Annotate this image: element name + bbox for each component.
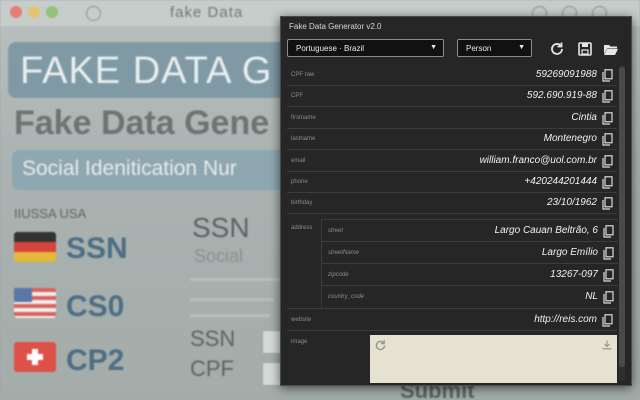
background-divider [190, 278, 280, 281]
address-fields: street Largo Cauan Beltrão, 6 streetName… [321, 219, 618, 308]
reload-circle-icon[interactable] [86, 6, 101, 21]
copy-icon[interactable] [602, 90, 613, 103]
copy-icon[interactable] [602, 155, 613, 168]
flag-label-cs0[interactable]: CS0 [66, 290, 124, 324]
copy-icon[interactable] [602, 197, 613, 210]
field-value: Cintia [571, 112, 597, 123]
website-row: website http://reis.com [287, 310, 617, 331]
address-row: country_code NL [322, 286, 618, 308]
field-label: CPF [291, 93, 303, 99]
background-divider [190, 314, 270, 317]
swiss-cross-bar [27, 354, 43, 360]
website-label: website [291, 317, 312, 323]
copy-icon[interactable] [602, 69, 613, 82]
image-row: image [287, 331, 617, 385]
locale-select-value: Portuguese · Brazil [296, 44, 365, 53]
image-preview[interactable] [370, 335, 617, 383]
popup-title: Fake Data Generator v2.0 [289, 22, 382, 31]
us-flag-canton [14, 288, 32, 302]
field-value: 23/10/1962 [546, 197, 597, 208]
data-list: CPF raw 59269091988 CPF 592.690.919-88 f… [287, 65, 618, 385]
address-field-label: zipcode [328, 272, 349, 278]
address-field-value: Largo Emílio [541, 247, 598, 258]
copy-icon[interactable] [602, 133, 613, 146]
background-divider [190, 298, 274, 301]
website-value: http://reis.com [534, 314, 597, 325]
fake-data-popup: Fake Data Generator v2.0 Portuguese · Br… [280, 16, 632, 386]
copy-icon[interactable] [603, 291, 614, 304]
copy-icon[interactable] [602, 176, 613, 189]
field-row: CPF raw 59269091988 [287, 65, 617, 86]
download-icon[interactable] [601, 339, 613, 351]
address-row: street Largo Cauan Beltrão, 6 [322, 220, 618, 242]
chevron-down-icon: ▼ [430, 44, 437, 51]
swiss-flag-icon [14, 342, 56, 372]
field-row: phone +420244201444 [287, 172, 617, 193]
field-label: birthday [291, 200, 313, 206]
background-cpf-field-label: CPF [190, 356, 234, 381]
minimize-window-dot[interactable] [28, 6, 40, 18]
image-label: image [291, 339, 308, 345]
background-pill-text: Social Idenitication Nur [22, 157, 237, 180]
field-value: +420244201444 [524, 176, 597, 187]
field-row: firstname Cintia [287, 108, 617, 129]
folder-open-icon[interactable] [603, 41, 619, 57]
field-label: phone [291, 179, 308, 185]
refresh-icon[interactable] [374, 339, 387, 352]
copy-icon[interactable] [603, 247, 614, 260]
type-select-value: Person [466, 44, 492, 53]
scrollbar-thumb[interactable] [619, 67, 625, 367]
copy-icon[interactable] [602, 112, 613, 125]
flag-label-cp2[interactable]: CP2 [66, 344, 124, 378]
background-banner-text: FAKE DATA G [20, 50, 273, 92]
germany-flag-icon [14, 232, 56, 262]
field-label: CPF raw [291, 72, 315, 78]
address-field-label: streetName [328, 250, 360, 256]
background-country-label: IIUSSA USA [14, 206, 87, 221]
chevron-down-icon: ▼ [518, 44, 525, 51]
background-window-title: fake Data [170, 4, 244, 21]
field-value: william.franco@uol.com.br [479, 155, 597, 166]
background-social-text: Social [194, 246, 244, 266]
address-group: address street Largo Cauan Beltrão, 6 st… [287, 215, 618, 309]
field-value: Montenegro [543, 133, 597, 144]
address-field-label: country_code [328, 294, 365, 300]
copy-icon[interactable] [603, 225, 614, 238]
field-label: firstname [291, 115, 316, 121]
maximize-window-dot[interactable] [46, 6, 58, 18]
field-label: lastname [291, 136, 316, 142]
close-window-dot[interactable] [10, 6, 22, 18]
field-label: email [291, 158, 306, 164]
flag-label-ssn[interactable]: SSN [66, 232, 128, 266]
field-value: 59269091988 [535, 69, 597, 80]
scrollbar[interactable] [619, 65, 625, 381]
address-label: address [291, 225, 313, 231]
address-field-value: NL [585, 291, 598, 302]
copy-icon[interactable] [602, 314, 613, 327]
field-row: lastname Montenegro [287, 129, 617, 150]
save-icon[interactable] [577, 41, 593, 57]
address-row: zipcode 13267-097 [322, 264, 618, 286]
address-row: streetName Largo Emílio [322, 242, 618, 264]
background-heading: Fake Data Gene [14, 104, 270, 142]
background-ssn-title: SSN [192, 212, 250, 243]
address-field-value: 13267-097 [550, 269, 598, 280]
refresh-icon[interactable] [549, 41, 565, 57]
address-field-label: street [328, 228, 344, 234]
background-ssn-field-label: SSN [190, 326, 236, 351]
us-flag-icon [14, 288, 56, 318]
copy-icon[interactable] [603, 269, 614, 282]
address-field-value: Largo Cauan Beltrão, 6 [494, 225, 598, 236]
field-row: birthday 23/10/1962 [287, 193, 617, 214]
type-select[interactable]: Person ▼ [457, 39, 532, 57]
field-row: CPF 592.690.919-88 [287, 86, 617, 107]
locale-select[interactable]: Portuguese · Brazil ▼ [287, 39, 444, 57]
field-row: email william.franco@uol.com.br [287, 151, 617, 172]
field-value: 592.690.919-88 [526, 90, 597, 101]
